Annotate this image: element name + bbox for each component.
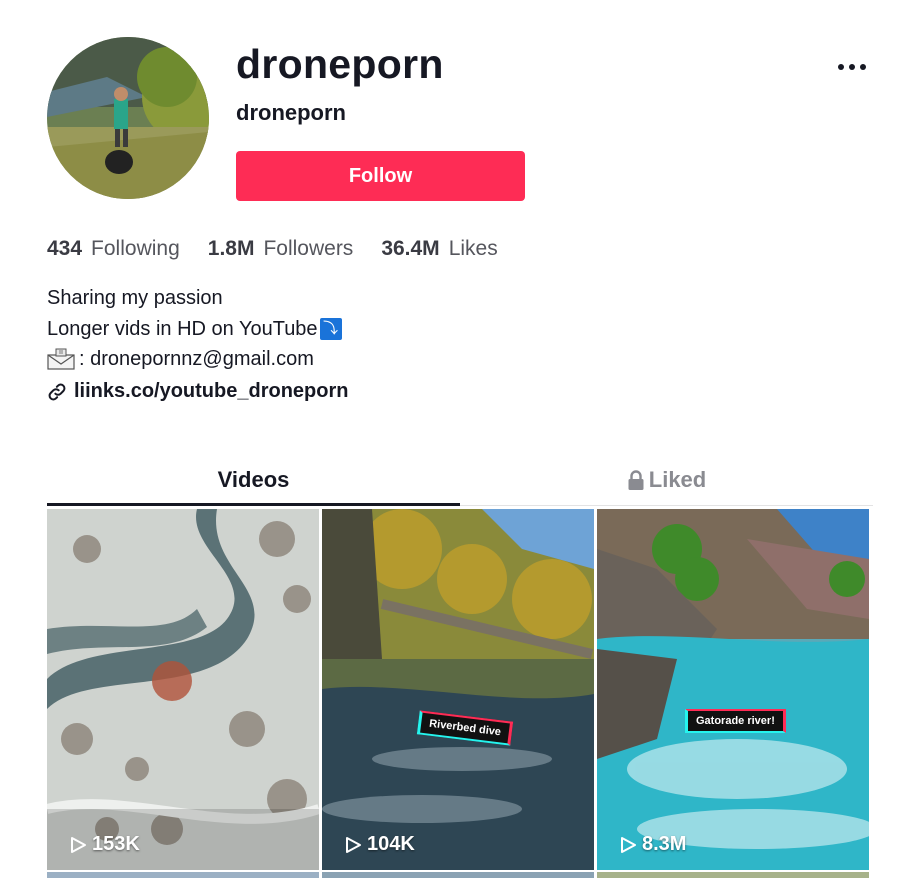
tab-label: Videos <box>217 467 290 492</box>
bio-line: Longer vids in HD on YouTube ⤵ <box>47 314 342 345</box>
video-caption: Gatorade river! <box>685 709 786 733</box>
view-count-value: 104K <box>367 833 415 855</box>
nickname: droneporn <box>236 100 346 125</box>
stat-label: Likes <box>448 237 498 260</box>
tab-liked[interactable]: Liked <box>460 455 873 505</box>
bio-text: Longer vids in HD on YouTube <box>47 317 318 340</box>
video-tile-partial <box>47 872 319 878</box>
video-thumbnail <box>597 509 869 870</box>
view-count: 104K <box>344 833 415 856</box>
stat-label: Followers <box>263 237 354 260</box>
stat-likes: 36.4M Likes <box>381 237 497 261</box>
bio-email: : dronepornnz@gmail.com <box>79 348 314 370</box>
stat-value: 36.4M <box>381 237 440 260</box>
view-count-value: 153K <box>92 833 140 855</box>
tab-label: Liked <box>648 467 707 492</box>
video-tile-partial <box>597 872 869 878</box>
profile-tabs: Videos Liked <box>47 455 873 506</box>
bio-line: : dronepornnz@gmail.com <box>47 344 342 375</box>
stat-label: Following <box>91 237 180 260</box>
down-arrow-icon: ⤵ <box>319 317 342 340</box>
lock-icon <box>628 470 644 490</box>
video-tile[interactable]: Riverbed dive 104K <box>322 509 594 870</box>
video-tile[interactable]: 153K <box>47 509 319 870</box>
stat-value: 1.8M <box>207 237 255 260</box>
avatar[interactable] <box>47 37 209 199</box>
tab-videos[interactable]: Videos <box>47 455 460 505</box>
play-icon <box>346 836 361 853</box>
profile-link-text: liinks.co/youtube_droneporn <box>74 380 349 402</box>
video-thumbnail <box>47 509 319 870</box>
tab-active-indicator <box>47 503 460 506</box>
bio: Sharing my passion Longer vids in HD on … <box>47 283 342 375</box>
view-count: 8.3M <box>619 833 686 856</box>
link-icon <box>48 383 66 400</box>
stat-followers[interactable]: 1.8M Followers <box>208 237 354 261</box>
video-tile[interactable]: Gatorade river! 8.3M <box>597 509 869 870</box>
follow-button[interactable]: Follow <box>236 151 525 201</box>
profile-link[interactable]: liinks.co/youtube_droneporn <box>47 380 348 403</box>
view-count-value: 8.3M <box>642 833 687 855</box>
video-grid: 153K Riverbed dive 104K Gatorade river! … <box>47 509 873 878</box>
video-tile-partial <box>322 872 594 878</box>
bio-line: Sharing my passion <box>47 287 223 309</box>
play-icon <box>71 836 86 853</box>
envelope-icon <box>47 348 75 370</box>
video-thumbnail <box>322 509 594 870</box>
more-options-icon[interactable] <box>832 52 872 82</box>
view-count: 153K <box>69 833 140 856</box>
stats-row: 434 Following 1.8M Followers 36.4M Likes <box>47 237 526 261</box>
stat-following[interactable]: 434 Following <box>47 237 180 261</box>
play-icon <box>621 836 636 853</box>
stat-value: 434 <box>47 237 83 260</box>
username: droneporn <box>236 41 444 87</box>
